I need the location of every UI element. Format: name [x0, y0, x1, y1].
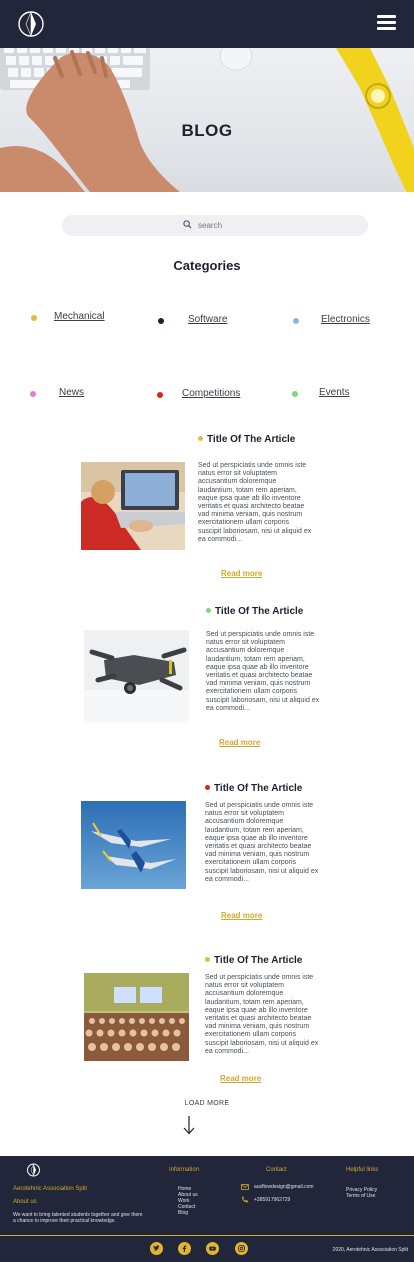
article-title[interactable]: Title Of The Article: [205, 783, 302, 794]
lecture-hall-photo[interactable]: [84, 973, 189, 1061]
category-label[interactable]: News: [59, 387, 84, 398]
category-dot: [31, 315, 37, 321]
category-label[interactable]: Events: [319, 387, 350, 398]
category-label[interactable]: Software: [188, 314, 227, 325]
read-more-link[interactable]: Read more: [221, 569, 262, 578]
youtube-icon[interactable]: [206, 1242, 219, 1255]
load-more-button[interactable]: LOAD MORE: [0, 1100, 414, 1107]
article-title-text[interactable]: Title Of The Article: [207, 434, 295, 445]
read-more-link[interactable]: Read more: [219, 738, 260, 747]
category-dot: [158, 318, 164, 324]
phone-icon: [242, 1196, 248, 1203]
category-label[interactable]: Mechanical: [54, 311, 105, 322]
instagram-icon[interactable]: [235, 1242, 248, 1255]
article-title-text[interactable]: Title Of The Article: [214, 783, 302, 794]
article-title[interactable]: Title Of The Article: [206, 606, 303, 617]
category-electronics[interactable]: Electronics: [293, 314, 393, 330]
contact-email[interactable]: ausflowdesign@gmail.com: [254, 1184, 314, 1190]
arrow-down-icon[interactable]: [182, 1115, 196, 1135]
about-heading: About us: [13, 1199, 37, 1205]
category-software[interactable]: Software: [158, 314, 248, 330]
footer-link-blog[interactable]: Blog: [178, 1210, 198, 1216]
org-name: Aerotehnic Association Split: [13, 1186, 88, 1192]
compass-logo-icon[interactable]: [26, 1163, 41, 1177]
hero-banner: BLOG: [0, 48, 414, 192]
article-dot: [205, 956, 210, 962]
helpful-links-heading: Helpful links: [346, 1167, 379, 1173]
search-icon[interactable]: [183, 220, 192, 229]
email-icon: [241, 1184, 249, 1190]
article-dot: [206, 607, 211, 613]
category-news[interactable]: News: [30, 387, 120, 403]
compass-logo-icon[interactable]: [16, 10, 46, 38]
read-more-link[interactable]: Read more: [221, 911, 262, 920]
about-text: We want to bring talented students toget…: [13, 1212, 143, 1224]
category-events[interactable]: Events: [292, 387, 382, 403]
read-more-link[interactable]: Read more: [220, 1074, 261, 1083]
facebook-icon[interactable]: [178, 1242, 191, 1255]
category-mechanical[interactable]: Mechanical: [31, 311, 121, 327]
information-heading: Information: [169, 1167, 200, 1173]
article-title[interactable]: Title Of The Article: [198, 434, 295, 445]
article-excerpt: Sed ut perspiciatis unde omnis iste natu…: [206, 631, 320, 712]
article-title-text[interactable]: Title Of The Article: [214, 955, 302, 966]
article-dot: [205, 784, 210, 790]
category-dot: [293, 318, 299, 324]
jets-photo[interactable]: [81, 801, 186, 889]
category-dot: [157, 392, 163, 398]
categories-heading: Categories: [173, 258, 241, 273]
search-bar[interactable]: [62, 215, 368, 236]
category-dot: [30, 391, 36, 397]
twitter-icon[interactable]: [150, 1242, 163, 1255]
site-footer: Aerotehnic Association Split About us We…: [0, 1156, 414, 1262]
contact-phone[interactable]: +385917962729: [254, 1197, 290, 1203]
contact-heading: Contact: [266, 1167, 287, 1173]
laptop-photo[interactable]: [81, 462, 185, 550]
page-title: BLOG: [181, 121, 233, 140]
article-excerpt: Sed ut perspiciatis unde omnis iste natu…: [198, 462, 312, 543]
information-links: Home About us Work Contact Blog: [178, 1186, 198, 1216]
top-navbar: [0, 0, 414, 48]
keyboard-hands-photo: [0, 48, 414, 192]
footer-divider: [0, 1235, 414, 1236]
drone-photo[interactable]: [84, 630, 189, 723]
category-competitions[interactable]: Competitions: [157, 388, 257, 404]
category-dot: [292, 391, 298, 397]
article-excerpt: Sed ut perspiciatis unde omnis iste natu…: [205, 802, 319, 883]
footer-link-terms[interactable]: Terms of Use: [346, 1193, 377, 1199]
article-excerpt: Sed ut perspiciatis unde omnis iste natu…: [205, 974, 319, 1055]
article-dot: [198, 435, 203, 441]
article-title[interactable]: Title Of The Article: [205, 955, 302, 966]
copyright-text: 2020, Aerotehnic Association Split: [332, 1247, 408, 1253]
article-title-text[interactable]: Title Of The Article: [215, 606, 303, 617]
category-label[interactable]: Competitions: [182, 388, 240, 399]
category-label[interactable]: Electronics: [321, 314, 370, 325]
helpful-links: Privacy Policy Terms of Use: [346, 1187, 377, 1199]
search-input[interactable]: [198, 218, 338, 233]
hamburger-menu-icon[interactable]: [377, 15, 396, 31]
